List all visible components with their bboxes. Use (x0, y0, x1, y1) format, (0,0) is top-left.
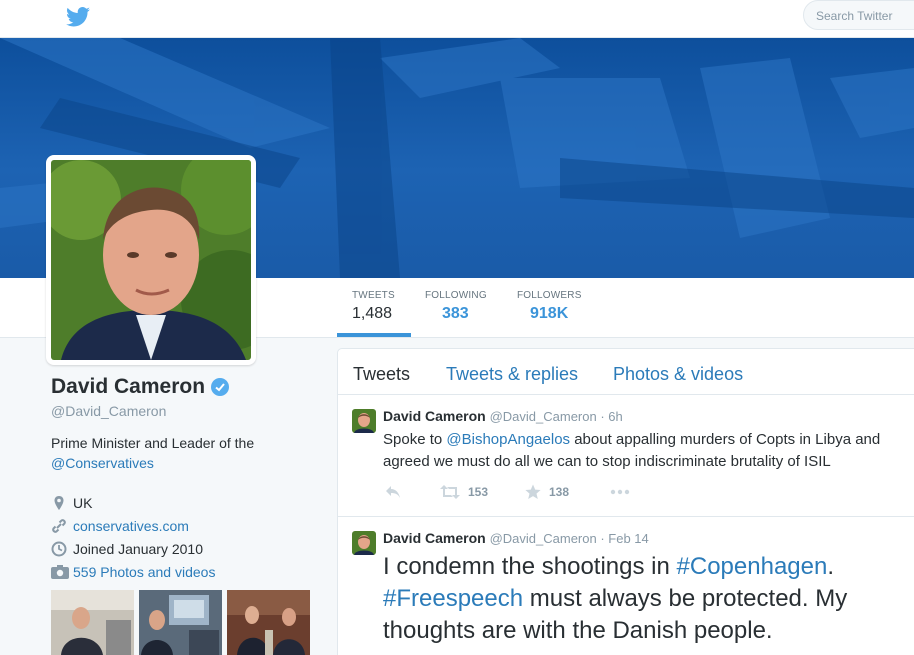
search-input[interactable]: Search Twitter (803, 0, 914, 30)
stat-following-label: FOLLOWING (425, 290, 487, 301)
profile-card: David Cameron @David_Cameron Prime Minis… (51, 375, 321, 560)
link-icon (52, 518, 66, 533)
profile-name[interactable]: David Cameron (51, 375, 205, 399)
profile-handle[interactable]: @David_Cameron (51, 403, 321, 419)
reply-button[interactable] (385, 485, 440, 499)
tweet-author-name[interactable]: David Cameron (383, 408, 486, 424)
favorite-button[interactable]: 138 (525, 484, 610, 500)
profile-location: UK (51, 491, 321, 514)
photos-videos-label: 559 Photos and videos (73, 564, 216, 580)
photo-thumbnail[interactable] (227, 590, 310, 655)
retweet-icon (440, 485, 460, 499)
location-pin-icon (54, 495, 64, 510)
tweet-avatar[interactable] (352, 409, 376, 433)
stat-following[interactable]: FOLLOWING 383 (425, 290, 487, 323)
stat-followers[interactable]: FOLLOWERS 918K (517, 290, 582, 323)
tweet-author-name[interactable]: David Cameron (383, 530, 486, 546)
hashtag-link[interactable]: #Freespeech (383, 585, 523, 612)
bio-mention-link[interactable]: @Conservatives (51, 455, 154, 471)
retweet-count: 153 (468, 485, 489, 499)
retweet-button[interactable]: 153 (440, 485, 525, 499)
tweet-text-part: Spoke to (383, 431, 447, 448)
more-dots-icon (610, 489, 630, 495)
timeline: Tweets Tweets & replies Photos & videos … (337, 348, 914, 655)
more-options-button[interactable] (610, 489, 638, 495)
tweet-header: David Cameron @David_Cameron · Feb 14 (383, 530, 649, 546)
stat-followers-label: FOLLOWERS (517, 290, 582, 301)
favorite-count: 138 (549, 485, 570, 499)
stat-followers-value: 918K (530, 305, 569, 322)
website-link[interactable]: conservatives.com (73, 518, 189, 534)
stat-tweets-label: TWEETS (352, 290, 395, 301)
hashtag-link[interactable]: #Copenhagen (677, 553, 828, 580)
reply-icon (386, 486, 400, 498)
tweet-mention-link[interactable]: @BishopAngaelos (446, 431, 570, 448)
photo-thumbnail[interactable] (139, 590, 222, 655)
tab-tweets[interactable]: Tweets (353, 364, 410, 385)
stat-following-value: 383 (442, 305, 469, 322)
top-navigation-bar: Search Twitter (0, 0, 914, 38)
clock-icon (51, 541, 67, 556)
tweet-avatar[interactable] (352, 531, 376, 555)
tweet-text: I condemn the shootings in #Copenhagen. … (383, 551, 914, 647)
tweet-meta[interactable]: @David_Cameron · 6h (490, 409, 623, 424)
photo-thumbnail[interactable] (51, 590, 134, 655)
twitter-bird-icon[interactable] (66, 7, 90, 27)
profile-website: conservatives.com (51, 514, 321, 537)
photos-videos-link[interactable]: 559 Photos and videos (51, 564, 215, 580)
photo-thumbnails (51, 590, 310, 655)
verified-badge-icon (211, 378, 230, 396)
timeline-tabs: Tweets Tweets & replies Photos & videos (338, 349, 914, 395)
tweet-item[interactable]: David Cameron @David_Cameron · Feb 14 I … (338, 517, 914, 655)
tab-tweets-replies[interactable]: Tweets & replies (446, 364, 578, 385)
tweet-text-part: I condemn the shootings in (383, 553, 677, 580)
location-text: UK (73, 494, 93, 511)
stat-tweets-value: 1,488 (352, 305, 393, 322)
avatar[interactable] (46, 155, 256, 365)
tweet-actions: 153 138 (385, 484, 638, 500)
tweet-item[interactable]: David Cameron @David_Cameron · 6h Spoke … (338, 395, 914, 517)
tweet-text: Spoke to @BishopAngaelos about appalling… (383, 429, 913, 473)
bio-text: Prime Minister and Leader of the (51, 435, 255, 451)
tweet-header: David Cameron @David_Cameron · 6h (383, 408, 623, 424)
joined-text: Joined January 2010 (73, 540, 203, 557)
star-icon (525, 484, 541, 499)
profile-joined: Joined January 2010 (51, 537, 321, 560)
camera-icon (51, 565, 69, 579)
tab-photos-videos[interactable]: Photos & videos (613, 364, 743, 385)
stat-tweets[interactable]: TWEETS 1,488 (352, 290, 395, 323)
active-stat-indicator (337, 333, 411, 337)
tweet-meta[interactable]: @David_Cameron · Feb 14 (490, 531, 649, 546)
tweet-text-part: . (827, 553, 835, 580)
profile-bio: Prime Minister and Leader of the @Conser… (51, 433, 291, 473)
